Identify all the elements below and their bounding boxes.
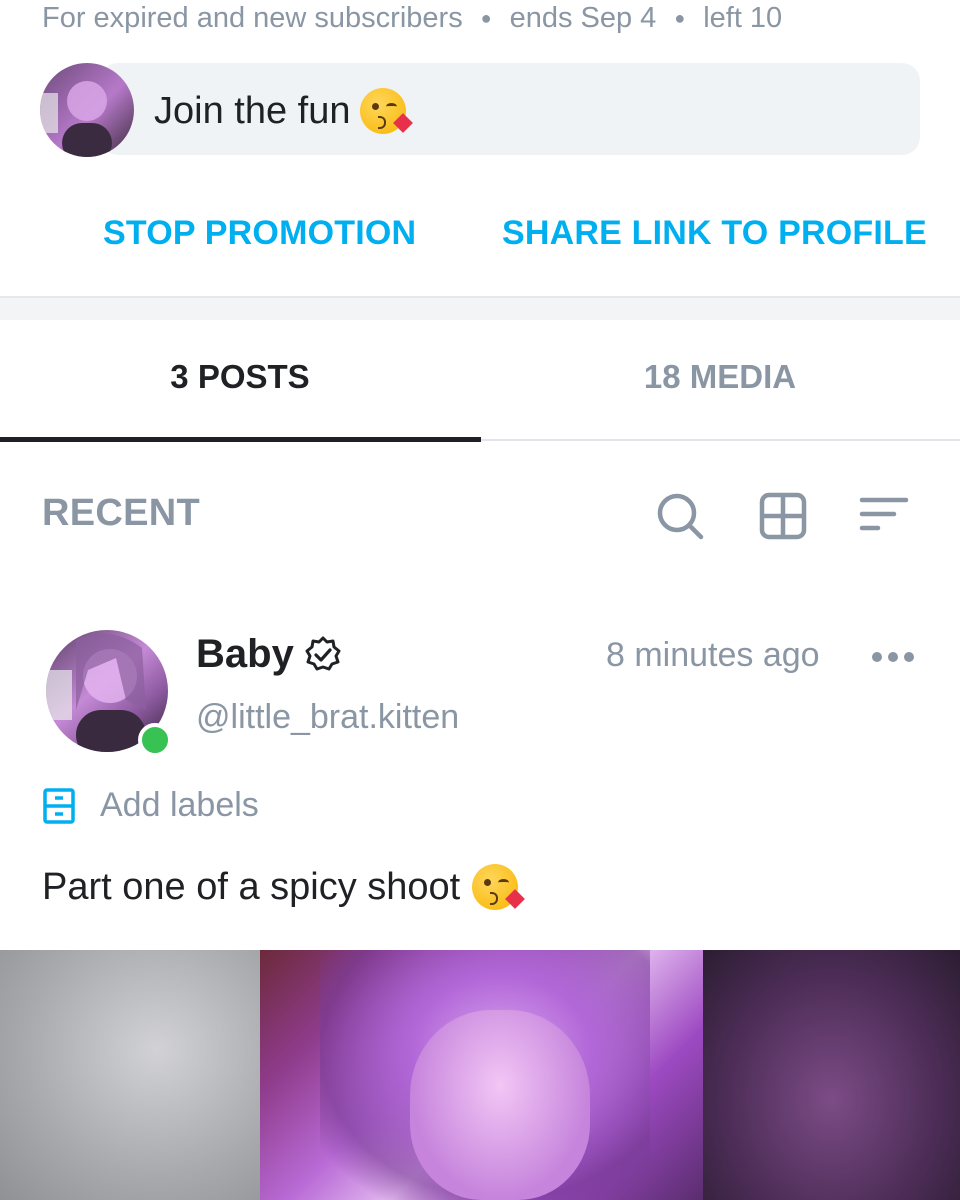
add-labels-button[interactable]: Add labels — [42, 786, 259, 825]
search-icon[interactable] — [654, 490, 706, 542]
kissing-face-emoji-icon — [360, 88, 414, 134]
share-link-button[interactable]: SHARE LINK TO PROFILE — [502, 214, 927, 253]
promo-left: left 10 — [703, 1, 783, 34]
dot — [888, 652, 898, 662]
promo-meta: For expired and new subscribers ● ends S… — [42, 0, 782, 36]
post-text-content: Part one of a spicy shoot — [42, 865, 461, 908]
kissing-face-emoji-icon — [472, 864, 526, 910]
post-media-carousel[interactable] — [0, 950, 960, 1200]
verified-badge-icon — [305, 636, 341, 670]
author-name-text[interactable]: Baby — [196, 632, 294, 677]
post-timestamp: 8 minutes ago — [606, 636, 820, 674]
sort-icon[interactable] — [858, 490, 910, 542]
avatar-image — [40, 81, 112, 157]
section-divider — [0, 296, 960, 320]
post-text: Part one of a spicy shoot — [42, 864, 526, 910]
dot — [904, 652, 914, 662]
separator-dot: ● — [674, 7, 686, 28]
promo-avatar[interactable] — [40, 63, 134, 157]
media-thumbnail-previous[interactable] — [0, 950, 262, 1200]
add-labels-text[interactable]: Add labels — [100, 786, 259, 825]
promo-message-text: Join the fun — [154, 89, 351, 132]
tab-active-indicator — [0, 437, 481, 442]
promo-ends: ends Sep 4 — [509, 1, 657, 34]
media-image-main[interactable] — [260, 950, 704, 1200]
grid-icon[interactable] — [757, 490, 809, 542]
promo-message: Join the fun — [154, 88, 414, 134]
tab-posts[interactable]: 3 POSTS — [0, 358, 480, 396]
tab-media[interactable]: 18 MEDIA — [480, 358, 960, 396]
sort-order-label[interactable]: RECENT — [42, 492, 200, 535]
dot — [872, 652, 882, 662]
stop-promotion-button[interactable]: STOP PROMOTION — [103, 214, 416, 253]
post-author-handle[interactable]: @little_brat.kitten — [196, 698, 459, 737]
media-thumbnail-next[interactable] — [703, 950, 960, 1200]
online-status-indicator — [138, 723, 172, 757]
more-options-button[interactable] — [872, 648, 918, 666]
separator-dot: ● — [480, 7, 492, 28]
post-author-name[interactable]: Baby — [196, 632, 342, 677]
promo-audience: For expired and new subscribers — [42, 1, 463, 34]
photo-shape — [410, 1010, 590, 1200]
tab-underline — [481, 439, 960, 441]
labels-icon — [43, 787, 75, 824]
